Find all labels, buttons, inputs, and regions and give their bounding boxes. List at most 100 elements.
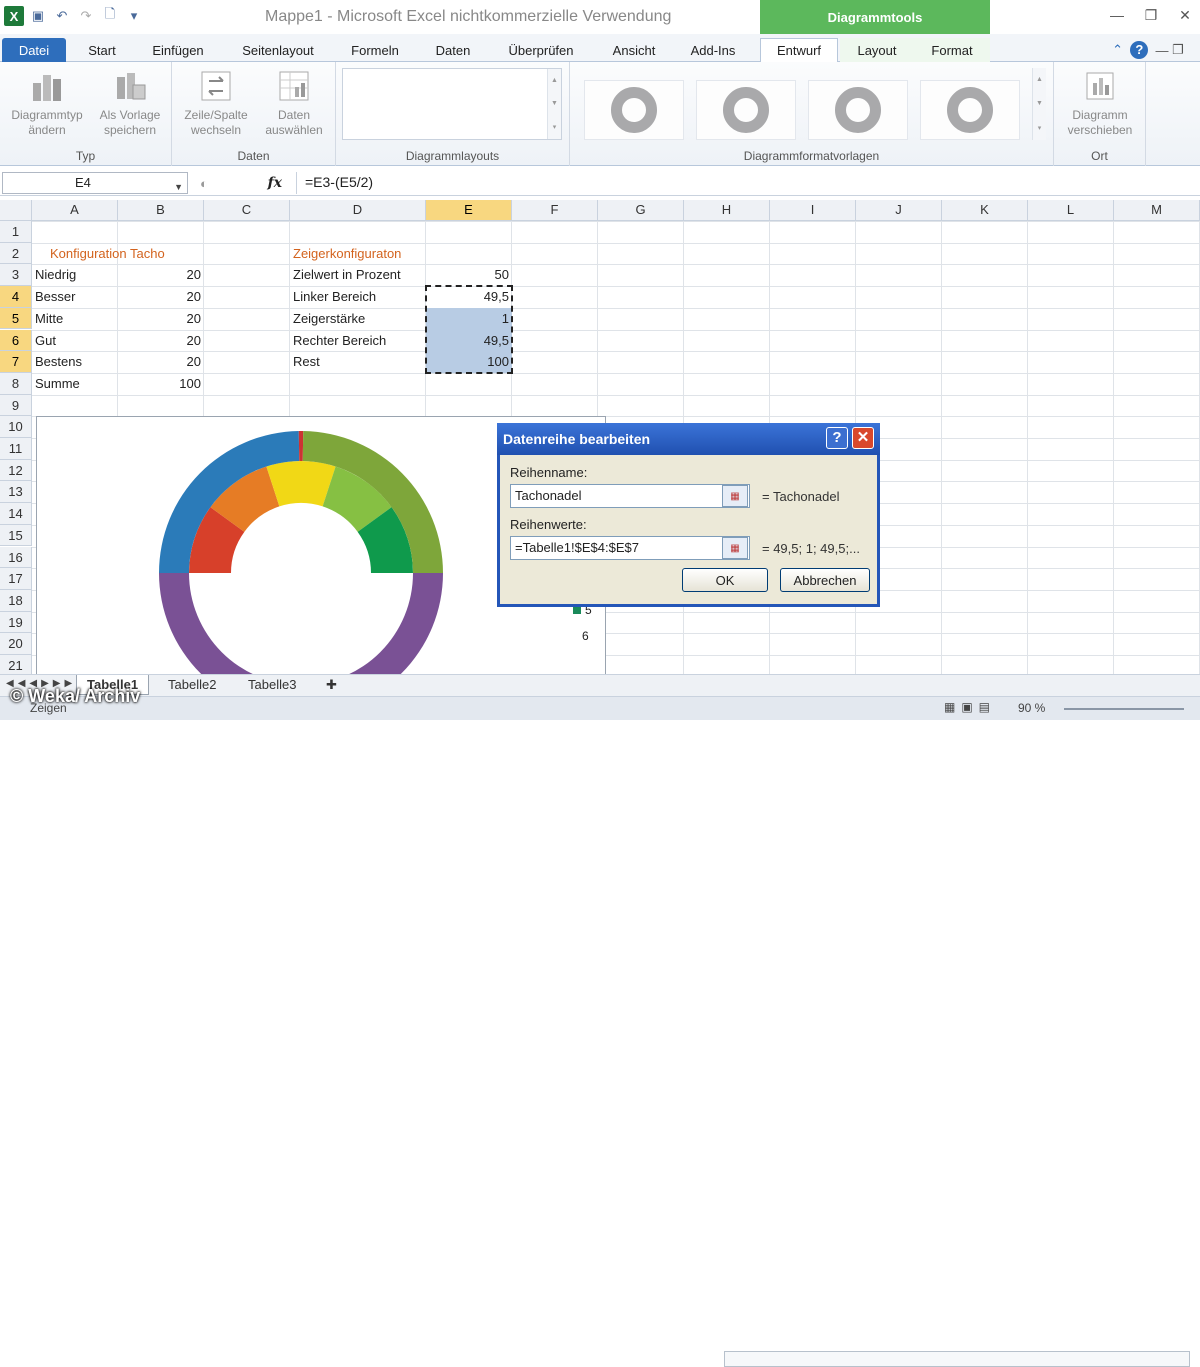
chevron-down-icon[interactable]: ▼: [174, 177, 183, 197]
cell-b4[interactable]: 20: [118, 286, 204, 308]
horizontal-scrollbar[interactable]: [724, 1351, 1190, 1367]
style-thumbnail[interactable]: [808, 80, 908, 140]
excel-logo-icon[interactable]: X: [4, 6, 24, 26]
range-select-icon[interactable]: ▦: [722, 537, 748, 559]
cell-a4[interactable]: Besser: [32, 286, 118, 308]
row-header-12[interactable]: 12: [0, 459, 32, 482]
window-minimize-icon[interactable]: —: [1156, 43, 1169, 58]
row-header-13[interactable]: 13: [0, 481, 32, 504]
cell-d2[interactable]: Zeigerkonfiguraton: [290, 243, 426, 265]
column-header-l[interactable]: L: [1028, 200, 1114, 221]
row-header-17[interactable]: 17: [0, 568, 32, 590]
cell-e3[interactable]: 50: [426, 264, 512, 286]
cell-a3[interactable]: Niedrig: [32, 264, 118, 286]
row-header-15[interactable]: 15: [0, 524, 32, 547]
zoom-slider[interactable]: [1064, 708, 1184, 710]
chart-styles-gallery[interactable]: ▲ ▼ ▾: [580, 68, 1046, 140]
redo-icon[interactable]: ↷: [76, 6, 96, 26]
move-chart-button[interactable]: Diagramm verschieben: [1060, 68, 1140, 138]
cell-b3[interactable]: 20: [118, 264, 204, 286]
column-header-g[interactable]: G: [598, 200, 684, 221]
customize-qat-icon[interactable]: ▾: [124, 6, 144, 26]
sheet-tab-3[interactable]: Tabelle3: [238, 675, 306, 695]
series-name-input[interactable]: Tachonadel: [510, 484, 750, 508]
row-header-11[interactable]: 11: [0, 438, 32, 460]
tab-start[interactable]: Start: [76, 38, 128, 62]
row-header-5[interactable]: 5: [0, 307, 32, 330]
tab-file[interactable]: Datei: [2, 38, 66, 62]
cell-d3[interactable]: Zielwert in Prozent: [290, 264, 426, 286]
tab-design[interactable]: Entwurf: [760, 38, 838, 62]
window-restore-icon[interactable]: ❐: [1172, 42, 1184, 58]
column-header-k[interactable]: K: [942, 200, 1028, 221]
change-chart-type-button[interactable]: Diagrammtyp ändern: [4, 68, 90, 138]
print-preview-icon[interactable]: 🗋: [100, 6, 120, 26]
column-header-b[interactable]: B: [118, 200, 204, 221]
cell-b8[interactable]: 100: [118, 373, 204, 395]
cell-d5[interactable]: Zeigerstärke: [290, 308, 426, 330]
cell-d4[interactable]: Linker Bereich: [290, 286, 426, 308]
cell-a8[interactable]: Summe: [32, 373, 118, 395]
minimize-icon[interactable]: —: [1108, 6, 1126, 24]
column-header-a[interactable]: A: [32, 200, 118, 221]
donut-slice[interactable]: [298, 431, 304, 462]
gallery-scroll[interactable]: ▲ ▼ ▾: [547, 69, 561, 139]
sheet-tab-2[interactable]: Tabelle2: [158, 675, 226, 695]
undo-icon[interactable]: ↶: [52, 6, 72, 26]
column-header-f[interactable]: F: [512, 200, 598, 221]
row-header-6[interactable]: 6: [0, 329, 32, 352]
column-header-e[interactable]: E: [426, 200, 512, 221]
row-header-14[interactable]: 14: [0, 503, 32, 525]
gallery-scroll[interactable]: ▲ ▼ ▾: [1032, 68, 1046, 140]
select-data-button[interactable]: Daten auswählen: [256, 68, 332, 138]
column-header-h[interactable]: H: [684, 200, 770, 221]
help-button[interactable]: ?: [826, 427, 848, 449]
column-header-m[interactable]: M: [1114, 200, 1200, 221]
row-header-2[interactable]: 2: [0, 242, 32, 265]
row-header-20[interactable]: 20: [0, 633, 32, 655]
cell-a6[interactable]: Gut: [32, 330, 118, 352]
row-header-4[interactable]: 4: [0, 286, 32, 308]
tab-format[interactable]: Format: [914, 38, 990, 62]
cell-b6[interactable]: 20: [118, 330, 204, 352]
help-icon[interactable]: ?: [1130, 41, 1149, 59]
tab-layout[interactable]: Layout: [840, 38, 914, 62]
row-header-16[interactable]: 16: [0, 546, 32, 569]
row-header-8[interactable]: 8: [0, 372, 32, 395]
row-header-19[interactable]: 19: [0, 611, 32, 634]
cancel-button[interactable]: Abbrechen: [780, 568, 870, 592]
expand-formula-icon[interactable]: ◐: [200, 176, 208, 191]
insert-sheet-icon[interactable]: ✚: [316, 675, 347, 695]
ok-button[interactable]: OK: [682, 568, 768, 592]
cell-a2[interactable]: Konfiguration Tacho: [32, 243, 232, 265]
formula-input[interactable]: =E3-(E5/2): [296, 172, 1198, 194]
tab-review[interactable]: Überprüfen: [496, 38, 586, 62]
close-button[interactable]: ✕: [852, 427, 874, 449]
view-mode-icons[interactable]: ▦▣▤: [944, 700, 996, 714]
range-select-icon[interactable]: ▦: [722, 485, 748, 507]
row-header-1[interactable]: 1: [0, 221, 32, 243]
tab-addins[interactable]: Add-Ins: [680, 38, 746, 62]
column-header-i[interactable]: I: [770, 200, 856, 221]
cell-d6[interactable]: Rechter Bereich: [290, 330, 426, 352]
tab-insert[interactable]: Einfügen: [140, 38, 216, 62]
column-header-c[interactable]: C: [204, 200, 290, 221]
row-header-21[interactable]: 21: [0, 655, 32, 674]
column-header-d[interactable]: D: [290, 200, 426, 221]
row-header-10[interactable]: 10: [0, 416, 32, 438]
row-header-9[interactable]: 9: [0, 394, 32, 417]
tab-page-layout[interactable]: Seitenlayout: [230, 38, 326, 62]
style-thumbnail[interactable]: [920, 80, 1020, 140]
cell-d7[interactable]: Rest: [290, 351, 426, 373]
row-header-7[interactable]: 7: [0, 351, 32, 373]
chart-layouts-gallery[interactable]: ▲ ▼ ▾: [342, 68, 562, 140]
cell-b5[interactable]: 20: [118, 308, 204, 330]
cell-a7[interactable]: Bestens: [32, 351, 118, 373]
style-thumbnail[interactable]: [696, 80, 796, 140]
column-header-j[interactable]: J: [856, 200, 942, 221]
row-header-3[interactable]: 3: [0, 264, 32, 287]
insert-function-icon[interactable]: fx: [268, 175, 282, 191]
series-values-input[interactable]: =Tabelle1!$E$4:$E$7: [510, 536, 750, 560]
tab-data[interactable]: Daten: [424, 38, 482, 62]
style-thumbnail[interactable]: [584, 80, 684, 140]
